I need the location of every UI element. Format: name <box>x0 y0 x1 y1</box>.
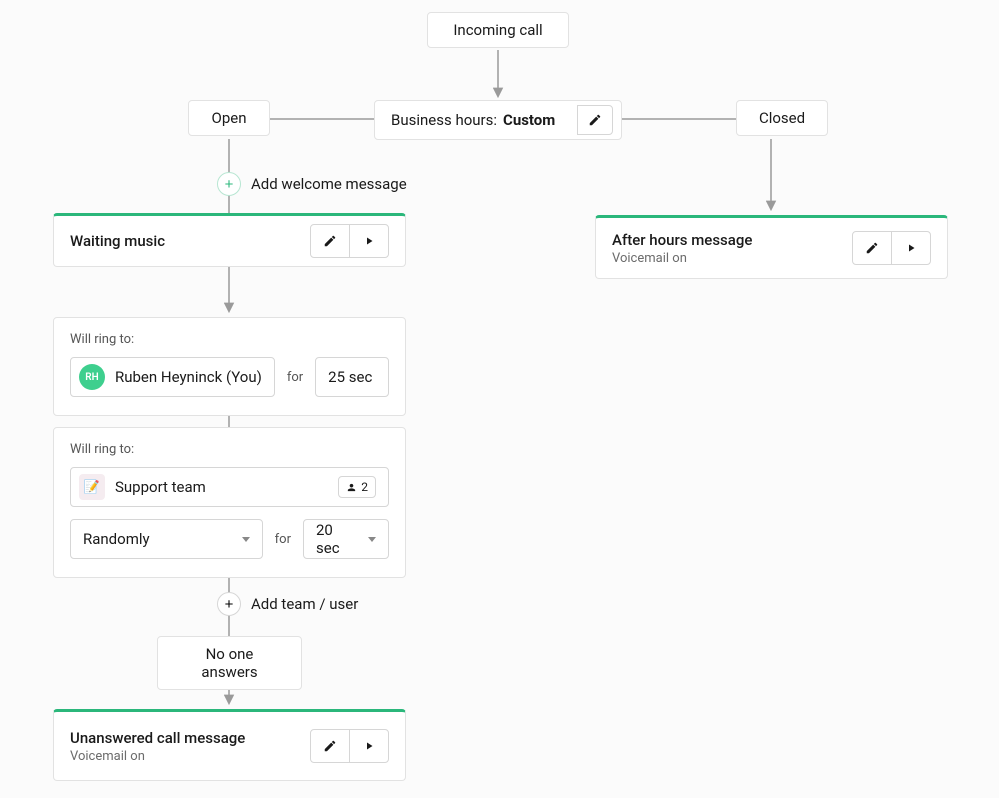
waiting-music-title: Waiting music <box>70 232 165 250</box>
ring-user-duration: 25 sec <box>328 368 372 386</box>
edit-after-hours-button[interactable] <box>852 231 892 265</box>
business-hours-label: Business hours: <box>391 111 497 129</box>
play-unanswered-button[interactable] <box>349 729 389 763</box>
waiting-music-node: Waiting music <box>53 213 406 267</box>
pencil-icon <box>323 234 337 248</box>
after-hours-node: After hours message Voicemail on <box>595 215 948 279</box>
after-hours-actions <box>852 231 931 265</box>
unanswered-node: Unanswered call message Voicemail on <box>53 709 406 781</box>
play-icon <box>363 235 375 247</box>
ring-strategy-select[interactable]: Randomly <box>70 519 263 559</box>
ring-user-name: Ruben Heyninck (You) <box>115 368 262 386</box>
add-team-row: + Add team / user <box>217 592 358 616</box>
person-icon <box>346 482 357 493</box>
ring-strategy-value: Randomly <box>83 530 150 548</box>
ring-user-label: Will ring to: <box>70 332 389 347</box>
edit-business-hours-button[interactable] <box>577 105 613 135</box>
closed-branch-node: Closed <box>736 100 828 136</box>
ring-user-node: Will ring to: RH Ruben Heyninck (You) fo… <box>53 317 406 416</box>
open-branch-node: Open <box>188 100 270 136</box>
add-welcome-button[interactable]: + <box>217 172 241 196</box>
business-hours-node: Business hours: Custom <box>374 100 622 140</box>
add-welcome-label: Add welcome message <box>251 175 407 193</box>
incoming-call-node: Incoming call <box>427 12 569 48</box>
ring-user-select[interactable]: RH Ruben Heyninck (You) <box>70 357 275 397</box>
play-icon <box>363 740 375 752</box>
team-member-count-badge: 2 <box>338 476 376 498</box>
incoming-call-label: Incoming call <box>453 21 542 39</box>
open-branch-label: Open <box>212 109 247 127</box>
no-answer-label: No one answers <box>201 645 257 681</box>
after-hours-title: After hours message <box>612 231 752 249</box>
ring-team-select[interactable]: 📝 Support team 2 <box>70 467 389 507</box>
ring-team-label: Will ring to: <box>70 442 389 457</box>
chevron-down-icon <box>242 537 250 542</box>
edit-unanswered-button[interactable] <box>310 729 350 763</box>
ring-team-duration: 20 sec <box>316 521 360 557</box>
chevron-down-icon <box>368 537 376 542</box>
pencil-icon <box>323 739 337 753</box>
waiting-music-actions <box>310 224 389 258</box>
ring-team-name: Support team <box>115 478 206 496</box>
unanswered-title: Unanswered call message <box>70 729 245 747</box>
ring-user-for-label: for <box>287 370 303 385</box>
ring-team-duration-select[interactable]: 20 sec <box>303 519 389 559</box>
closed-branch-label: Closed <box>759 109 805 127</box>
no-answer-node: No one answers <box>157 636 302 690</box>
play-waiting-music-button[interactable] <box>349 224 389 258</box>
user-avatar: RH <box>79 364 105 390</box>
pencil-icon <box>588 113 602 127</box>
ring-team-for-label: for <box>275 532 291 547</box>
after-hours-sub: Voicemail on <box>612 251 752 266</box>
pencil-icon <box>865 241 879 255</box>
play-after-hours-button[interactable] <box>891 231 931 265</box>
ring-user-duration-field[interactable]: 25 sec <box>315 357 389 397</box>
ring-team-node: Will ring to: 📝 Support team 2 Randomly … <box>53 427 406 578</box>
add-team-button[interactable]: + <box>217 592 241 616</box>
edit-waiting-music-button[interactable] <box>310 224 350 258</box>
add-team-label: Add team / user <box>251 595 358 613</box>
unanswered-actions <box>310 729 389 763</box>
team-member-count: 2 <box>361 480 368 494</box>
team-icon: 📝 <box>79 474 105 500</box>
add-welcome-row: + Add welcome message <box>217 172 407 196</box>
business-hours-value: Custom <box>503 111 555 129</box>
unanswered-sub: Voicemail on <box>70 749 245 764</box>
play-icon <box>905 242 917 254</box>
